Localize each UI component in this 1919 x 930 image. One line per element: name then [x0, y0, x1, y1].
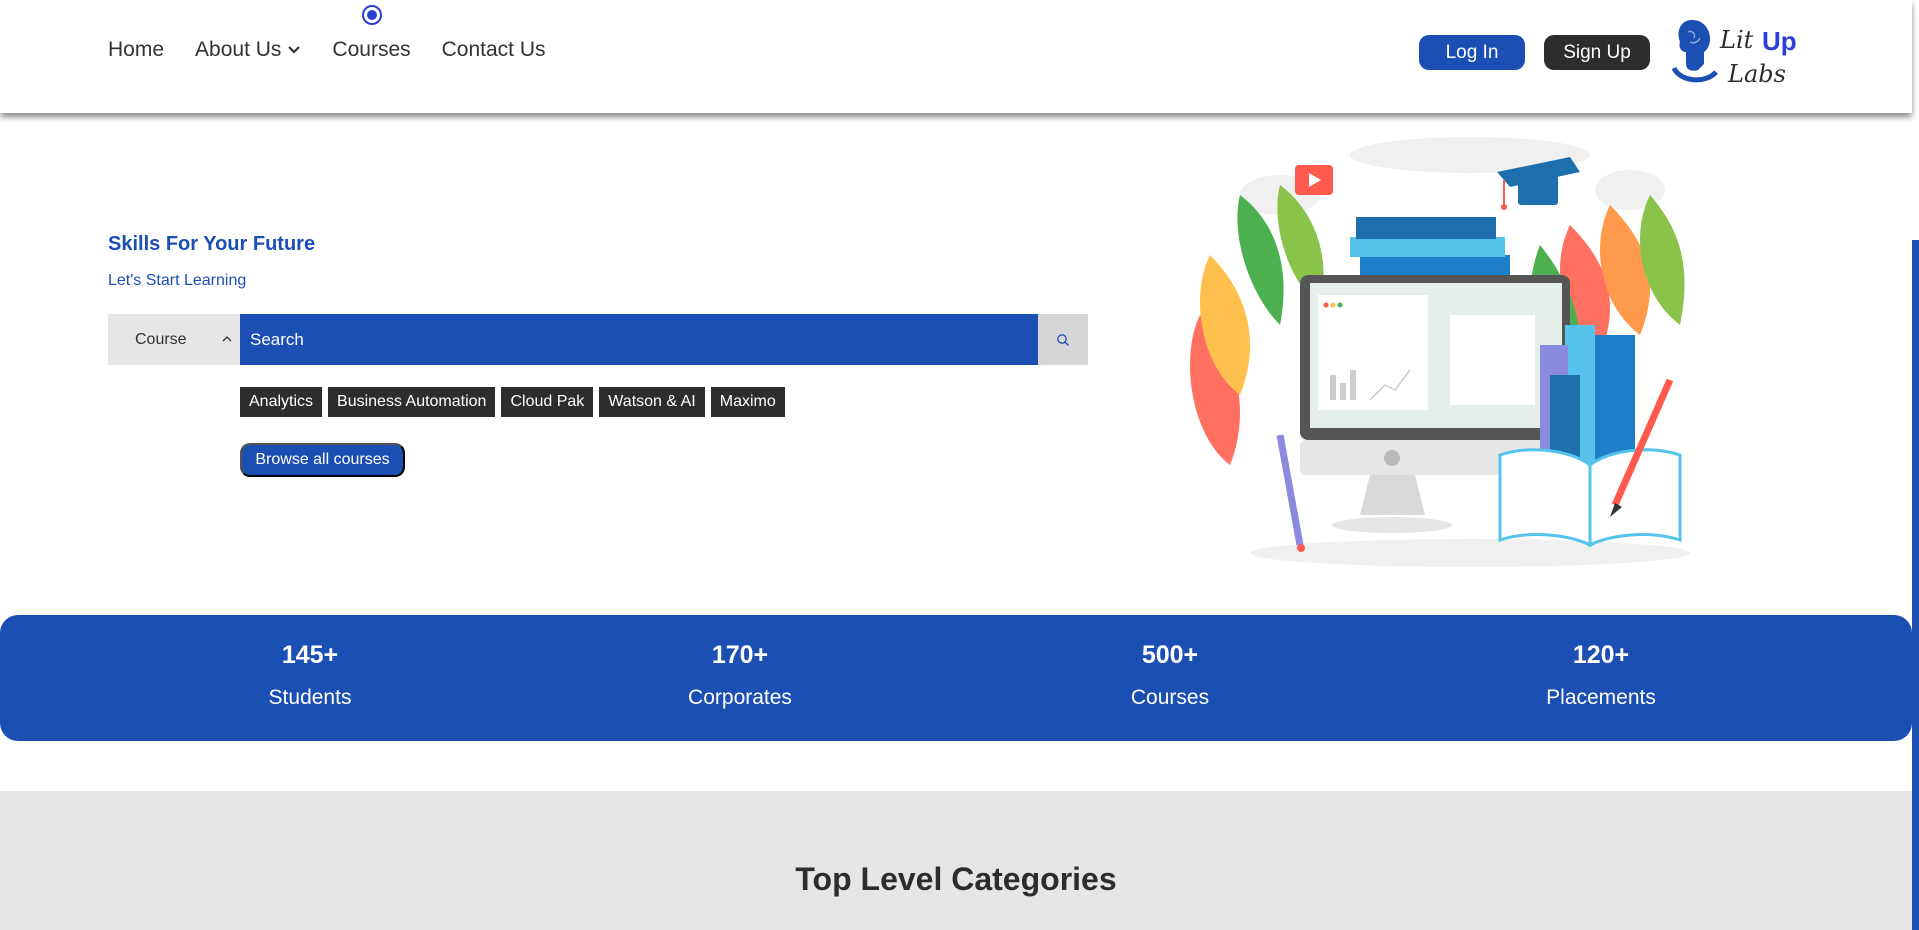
main-nav: Home About Us Courses Contact Us [108, 5, 577, 62]
nav-about-label: About Us [195, 38, 282, 61]
nav-home-label: Home [108, 38, 165, 61]
stat-corporates: 170+ Corporates [590, 641, 890, 710]
chevron-up-icon [222, 336, 232, 342]
stat-students: 145+ Students [160, 641, 460, 710]
stat-corporates-label: Corporates [688, 686, 792, 709]
categories-title: Top Level Categories [795, 861, 1117, 897]
categories-section: Top Level Categories [0, 791, 1912, 930]
stat-students-value: 145+ [281, 641, 339, 669]
nav-contact-us[interactable]: Contact Us [442, 38, 546, 62]
litup-labs-logo[interactable]: Lit Up Labs [1670, 12, 1800, 92]
stat-courses-label: Courses [1130, 686, 1210, 709]
course-search-bar: Course [108, 314, 1088, 365]
nav-home[interactable]: Home [108, 38, 164, 62]
search-icon [1057, 333, 1069, 346]
hero-title: Skills For Your Future [108, 233, 316, 255]
tag-maximo[interactable]: Maximo [710, 387, 785, 417]
stat-corporates-value: 170+ [711, 641, 769, 669]
course-category-select[interactable]: Course [108, 314, 240, 365]
stat-placements-value: 120+ [1572, 641, 1630, 669]
stat-placements-label: Placements [1546, 686, 1656, 709]
tag-cloud-pak[interactable]: Cloud Pak [501, 387, 594, 417]
scrollbar[interactable] [1912, 240, 1919, 930]
hero-subtitle: Let's Start Learning [108, 272, 247, 289]
search-button[interactable] [1038, 314, 1088, 365]
nav-contact-label: Contact Us [441, 38, 546, 61]
svg-text:Labs: Labs [1727, 60, 1786, 88]
popular-tags: Analytics Business Automation Cloud Pak … [240, 387, 785, 417]
nav-about-us[interactable]: About Us [195, 38, 301, 62]
stat-students-label: Students [268, 686, 352, 709]
browse-all-courses-button[interactable]: Browse all courses [240, 443, 405, 477]
course-select-value: Course [135, 330, 187, 348]
tag-business-automation[interactable]: Business Automation [328, 387, 496, 417]
stat-courses-value: 500+ [1141, 641, 1199, 669]
tag-watson-ai[interactable]: Watson & AI [599, 387, 705, 417]
signup-button[interactable]: Sign Up [1544, 35, 1650, 70]
login-button[interactable]: Log In [1419, 35, 1525, 70]
nav-courses-label: Courses [332, 38, 411, 61]
site-header: Home About Us Courses Contact Us Log In … [0, 0, 1912, 113]
svg-text:Up: Up [1762, 26, 1797, 56]
tag-analytics[interactable]: Analytics [240, 387, 323, 417]
nav-courses[interactable]: Courses [332, 5, 411, 62]
stat-courses: 500+ Courses [1020, 641, 1320, 710]
search-input[interactable] [240, 314, 1038, 365]
education-illustration [1190, 137, 1690, 567]
stat-placements: 120+ Placements [1451, 641, 1751, 710]
svg-text:Lit: Lit [1719, 26, 1754, 54]
active-indicator-icon [361, 5, 382, 25]
stats-banner: 145+ Students 170+ Corporates 500+ Cours… [0, 615, 1912, 741]
chevron-down-icon [288, 46, 301, 54]
